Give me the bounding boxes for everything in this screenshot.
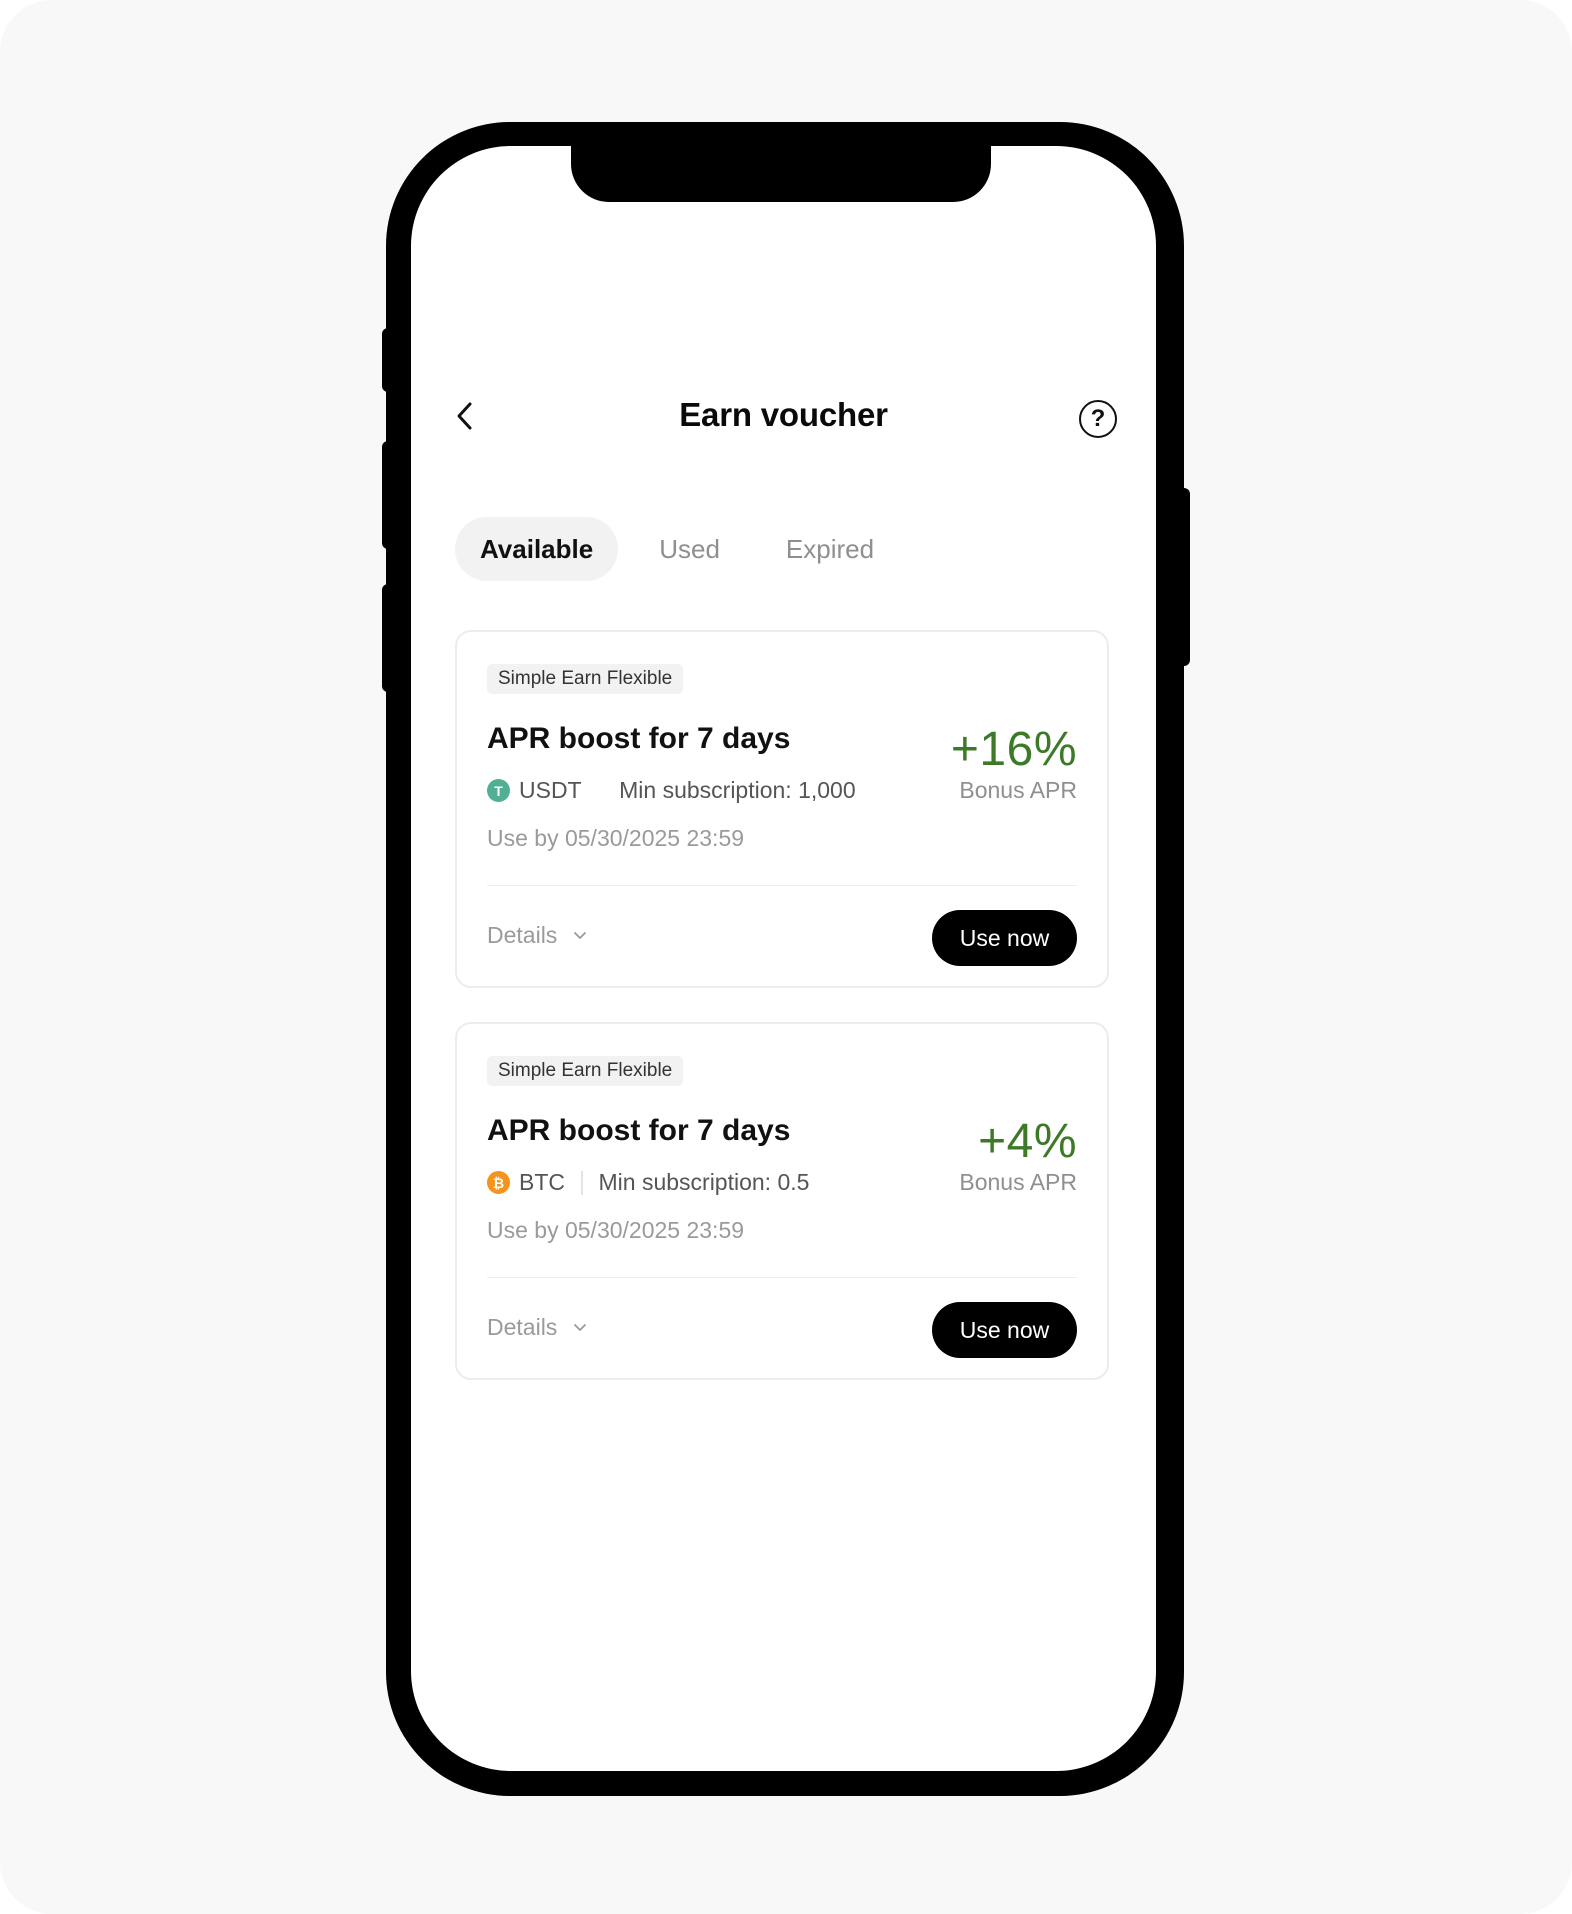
coin-name: USDT [519,777,582,803]
usdt-coin-icon: T [487,779,510,802]
use-now-button[interactable]: Use now [932,910,1077,966]
product-tag: Simple Earn Flexible [487,1056,684,1086]
meta-separator [600,779,602,803]
tab-used[interactable]: Used [634,517,745,581]
product-tag: Simple Earn Flexible [487,664,684,694]
details-toggle[interactable]: Details [487,922,587,949]
expiry-date: Use by 05/30/2025 23:59 [487,825,745,851]
voucher-card: Simple Earn Flexible APR boost for 7 day… [455,1022,1109,1380]
coin-name: BTC [519,1169,565,1195]
voucher-meta: ₿ BTC Min subscription: 0.5 [487,1169,809,1196]
min-subscription: Min subscription: 1,000 [619,777,856,803]
tab-expired[interactable]: Expired [761,517,899,581]
btc-coin-icon: ₿ [487,1171,510,1194]
chevron-down-icon [573,1323,587,1333]
help-button[interactable]: ? [1079,400,1117,438]
app-header: Earn voucher ? [411,386,1156,446]
expiry-date: Use by 05/30/2025 23:59 [487,1217,745,1243]
question-mark-icon: ? [1090,405,1106,432]
voucher-tabs: Available Used Expired [455,517,915,581]
use-now-button[interactable]: Use now [932,1302,1077,1358]
bonus-apr-value: +4% [978,1115,1077,1168]
details-label: Details [487,922,558,948]
min-subscription: Min subscription: 0.5 [598,1169,810,1195]
bonus-apr-label: Bonus APR [959,1169,1077,1195]
voucher-title: APR boost for 7 days [487,722,791,755]
tab-available[interactable]: Available [455,517,619,581]
phone-screen: Earn voucher ? Available Used Expired Si… [411,146,1156,1771]
details-label: Details [487,1314,558,1340]
chevron-down-icon [573,931,587,941]
card-divider [487,885,1077,886]
voucher-title: APR boost for 7 days [487,1114,791,1147]
bonus-apr-value: +16% [950,723,1077,776]
voucher-meta: T USDT Min subscription: 1,000 [487,777,856,804]
voucher-card: Simple Earn Flexible APR boost for 7 day… [455,630,1109,988]
meta-separator [581,1170,583,1195]
details-toggle[interactable]: Details [487,1314,587,1341]
bonus-apr-label: Bonus APR [959,777,1077,803]
card-divider [487,1277,1077,1278]
phone-notch [571,146,991,202]
page-title: Earn voucher [679,396,888,433]
